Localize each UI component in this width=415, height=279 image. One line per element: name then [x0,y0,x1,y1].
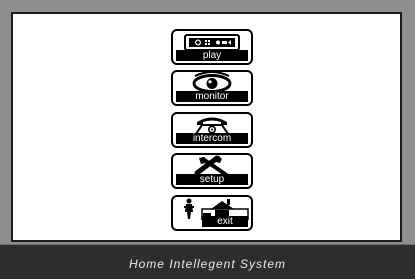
top-strip [0,0,415,12]
play-button[interactable]: play [171,29,253,65]
play-label: play [176,50,248,61]
exit-label: exit [202,216,248,227]
setup-button[interactable]: setup [171,153,253,189]
system-title: Home Intellegent System [128,257,287,271]
footer-bar: Home Intellegent System [0,244,415,279]
intercom-button[interactable]: intercom [171,112,253,148]
monitor-button[interactable]: monitor [171,70,253,106]
main-menu: play monitor intercom setup exit [171,29,255,236]
setup-label: setup [176,174,248,185]
monitor-label: monitor [176,91,248,102]
exit-button[interactable]: exit [171,195,253,231]
intercom-label: intercom [176,133,248,144]
